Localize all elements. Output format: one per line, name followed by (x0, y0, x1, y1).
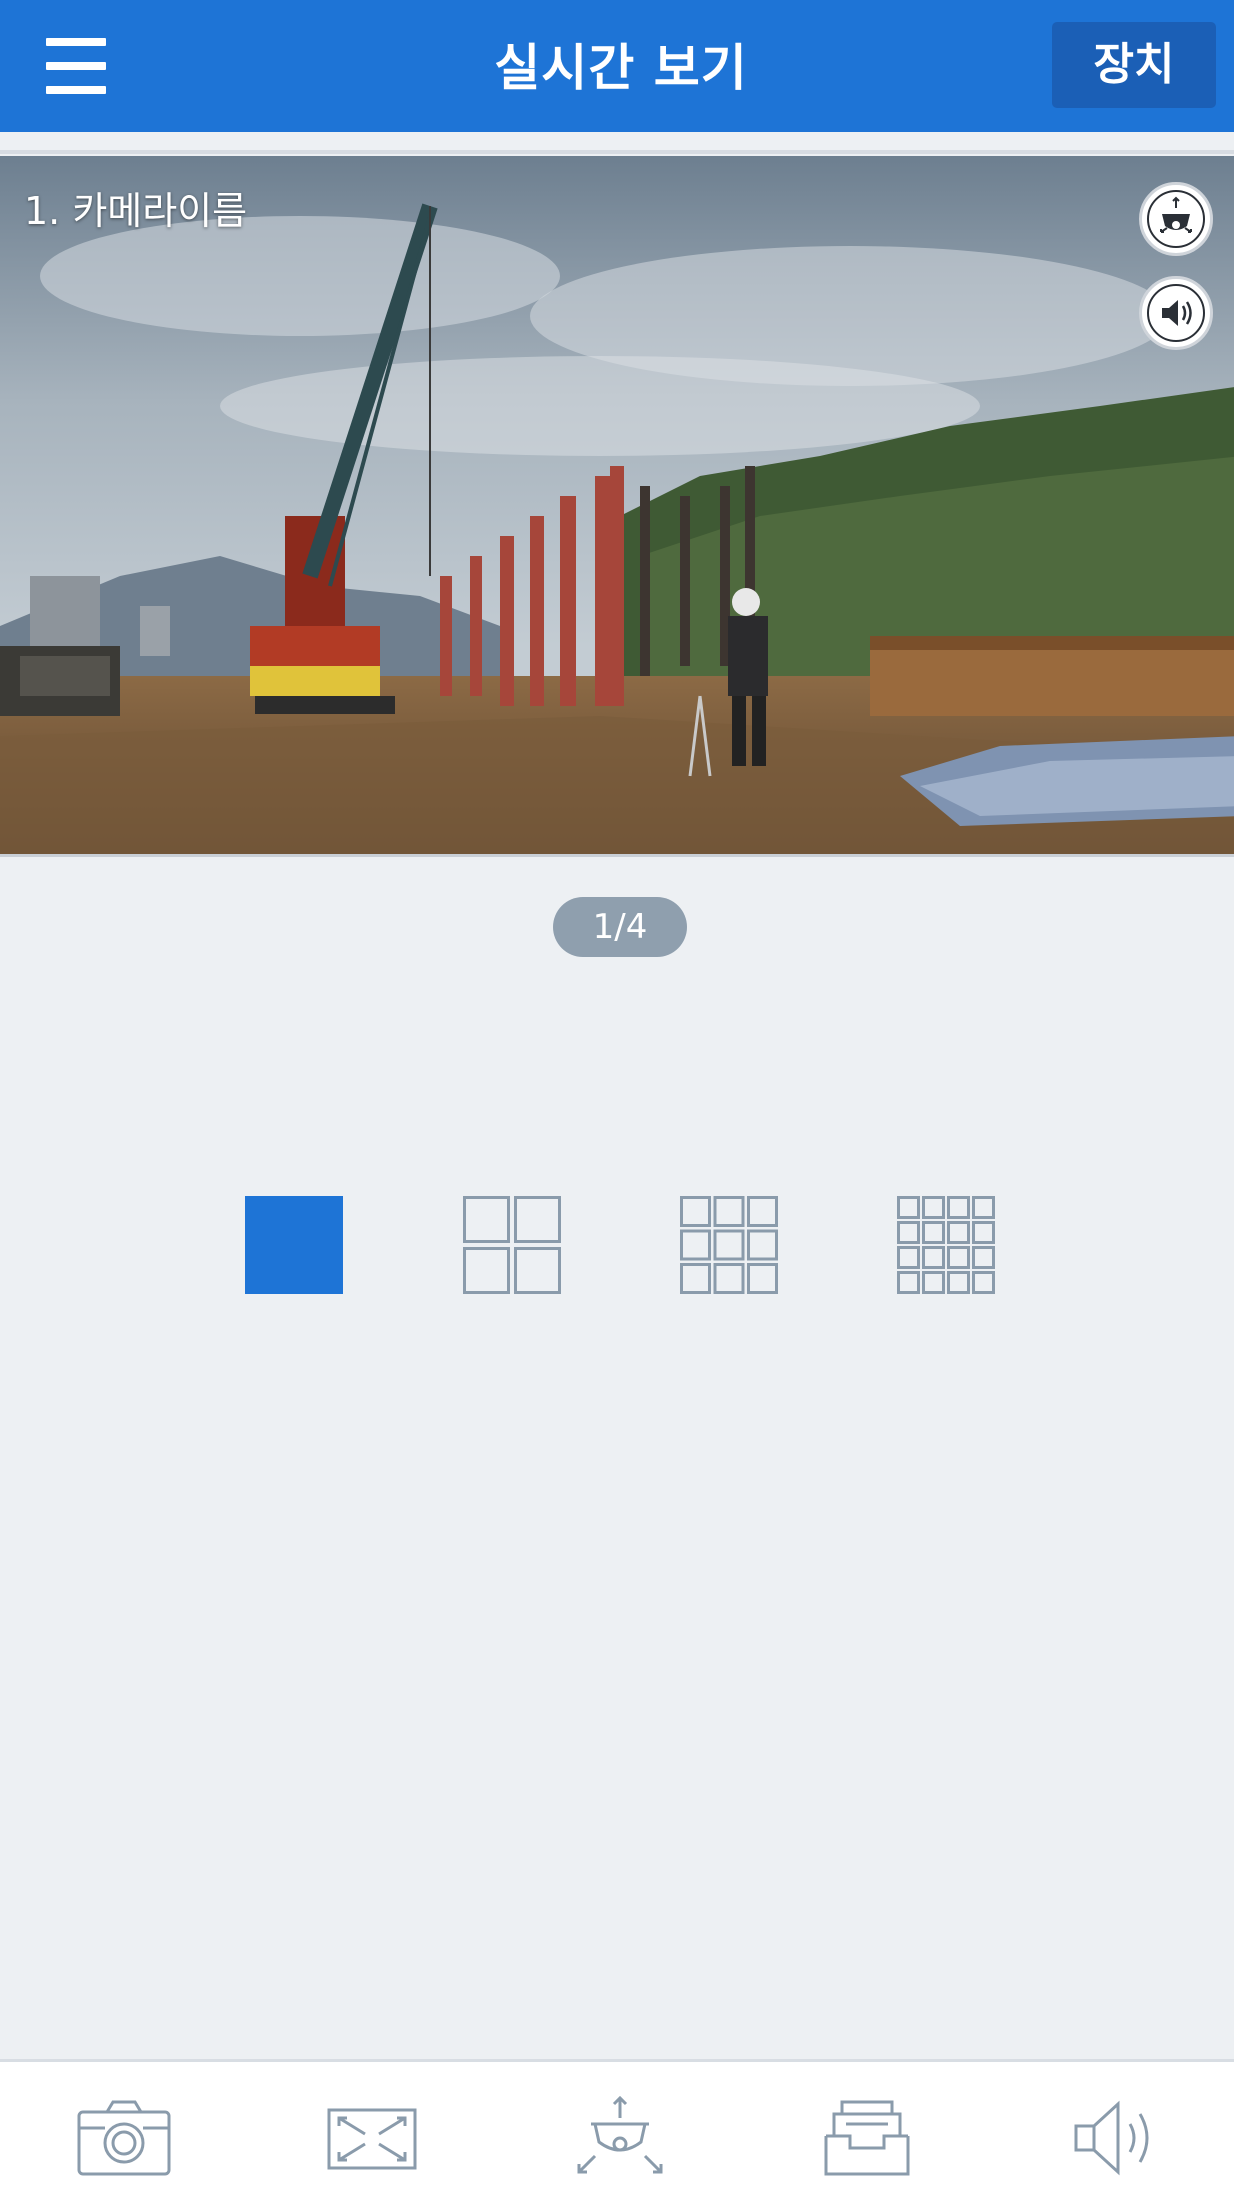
video-feed[interactable] (0, 156, 1242, 856)
layout-3x3-button[interactable] (680, 1196, 778, 1294)
camera-name-label: 1. 카메라이름 (24, 189, 248, 233)
app-header: 실시간 보기 장치 (0, 0, 1242, 132)
speaker-button[interactable] (1139, 276, 1213, 350)
archive-button[interactable] (812, 2096, 922, 2180)
video-bottom-divider (0, 854, 1242, 857)
camera-feed-image (0, 156, 1242, 856)
layout-4x4-button[interactable] (897, 1196, 995, 1294)
snapshot-camera-icon (77, 2100, 171, 2176)
layout-2x2-icon (463, 1196, 561, 1294)
snapshot-button[interactable] (69, 2096, 179, 2180)
device-button[interactable]: 장치 (1052, 22, 1216, 108)
layout-1x1-icon (245, 1196, 343, 1294)
archive-tray-icon (824, 2100, 910, 2176)
layout-4x4-icon (897, 1196, 995, 1294)
speaker-icon (1147, 284, 1205, 342)
audio-speaker-icon (1074, 2100, 1149, 2176)
right-edge (1234, 0, 1242, 2208)
layout-1x1-button[interactable] (245, 1196, 343, 1294)
fullscreen-icon (327, 2108, 417, 2170)
layout-2x2-button[interactable] (463, 1196, 561, 1294)
ptz-button[interactable] (565, 2096, 675, 2180)
ptz-control-button[interactable] (1139, 182, 1213, 256)
layout-3x3-icon (680, 1196, 778, 1294)
header-divider (0, 150, 1242, 154)
ptz-icon (577, 2096, 663, 2174)
page-indicator: 1/4 (553, 897, 687, 957)
audio-button[interactable] (1060, 2096, 1170, 2180)
bottom-toolbar (0, 2059, 1242, 2208)
ptz-control-icon (1147, 190, 1205, 248)
fullscreen-button[interactable] (317, 2096, 427, 2180)
